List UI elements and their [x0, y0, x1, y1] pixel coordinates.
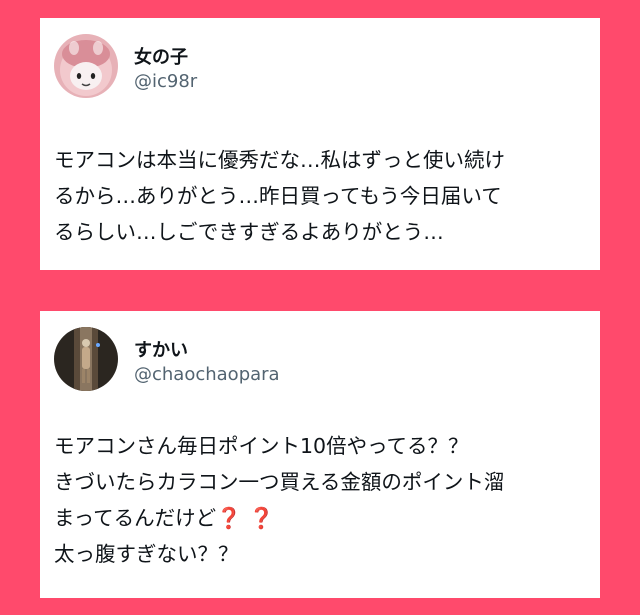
- pink-character-avatar-icon[interactable]: [54, 34, 118, 98]
- post-text-line: きづいたらカラコン一つ買える金額のポイント溜: [54, 470, 505, 494]
- post-text: モアコンは本当に優秀だな…私はずっと使い続け るから…ありがとう…昨日買ってもう…: [54, 142, 590, 250]
- question-mark-emoji-icon: ❓ ❓: [216, 506, 275, 530]
- user-handle[interactable]: @chaochaopara: [134, 364, 280, 385]
- post-text-line: モアコンさん毎日ポイント10倍やってる？？: [54, 434, 469, 458]
- post-text-line: るらしい…しごできすぎるよありがとう…: [54, 220, 444, 244]
- post-text: モアコンさん毎日ポイント10倍やってる？？ きづいたらカラコン一つ買える金額のポ…: [54, 428, 590, 572]
- post-text-line: るから…ありがとう…昨日買ってもう今日届いて: [54, 184, 502, 208]
- post-text-line: モアコンは本当に優秀だな…私はずっと使い続け: [54, 148, 505, 172]
- dark-photo-avatar-icon[interactable]: [54, 327, 118, 391]
- post-text-segment: まってるんだけど: [54, 506, 217, 530]
- post-text-line: 太っ腹すぎない？？: [54, 542, 239, 566]
- user-name[interactable]: すかい: [134, 336, 188, 362]
- user-handle[interactable]: @ic98r: [134, 71, 197, 92]
- user-name[interactable]: 女の子: [134, 43, 188, 69]
- post-text-line-with-emoji: まってるんだけど❓ ❓: [54, 500, 590, 536]
- post-card[interactable]: すかい @chaochaopara モアコンさん毎日ポイント10倍やってる？？ …: [40, 311, 600, 598]
- post-card[interactable]: 女の子 @ic98r モアコンは本当に優秀だな…私はずっと使い続け るから…あり…: [40, 18, 600, 270]
